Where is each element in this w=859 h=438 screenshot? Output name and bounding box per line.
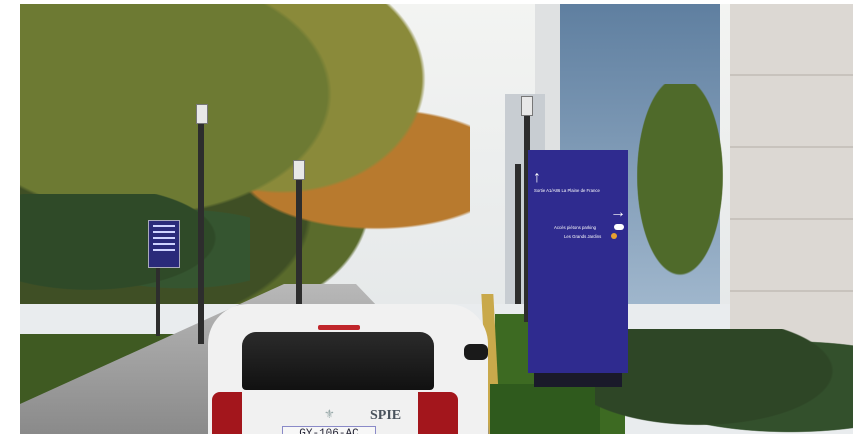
sign-post (156, 266, 160, 336)
car-taillight-left (212, 392, 242, 434)
hedge-left (20, 194, 250, 304)
garden-icon (611, 233, 617, 239)
car-brand-text: SPIE (370, 408, 402, 423)
lamp-post (296, 169, 302, 319)
sign-base (534, 373, 622, 387)
hedge-right (595, 329, 853, 434)
lamp-head (521, 96, 533, 116)
car-taillight-right (418, 392, 458, 434)
wayfinding-totem-sign: ↑ Sortie A1/A86 La Plaine de France → Ac… (528, 150, 628, 373)
sign-line-parking: Accès piétons parking (554, 225, 597, 230)
license-plate: GY-106-AC (282, 426, 376, 434)
lawn-bottom (490, 384, 600, 434)
sign-line-gardens: Les Grands Jardins (564, 234, 602, 239)
arrow-right-icon: → (610, 204, 626, 221)
car-rear-window (242, 332, 434, 390)
lamp-head (196, 104, 208, 124)
car-logo-icon: ⚜ (324, 407, 335, 421)
pedestrian-parking-icon (614, 224, 624, 230)
lamp-post (515, 164, 521, 304)
sign-line-exit: Sortie A1/A86 La Plaine de France (534, 188, 600, 193)
car-brake-light (318, 325, 360, 330)
car-side-mirror (464, 344, 488, 360)
lamp-post (198, 114, 204, 344)
small-directional-sign (148, 220, 180, 268)
arrow-up-icon: ↑ (533, 169, 541, 186)
tree-right (620, 84, 740, 314)
photo-scene: ↑ Sortie A1/A86 La Plaine de France → Ac… (20, 4, 853, 434)
lamp-head (293, 160, 305, 180)
